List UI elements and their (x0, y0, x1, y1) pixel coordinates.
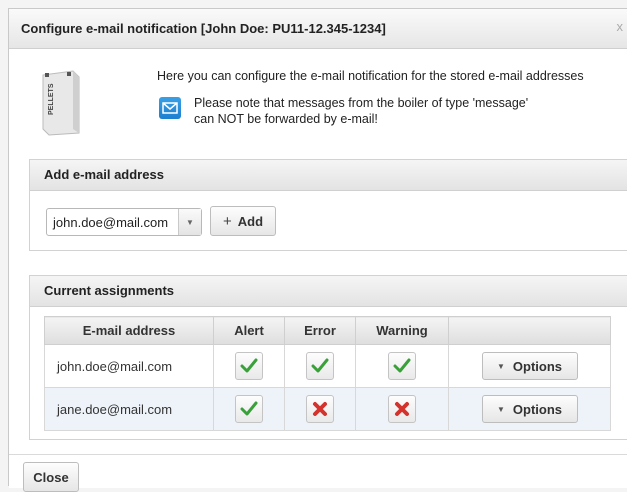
chevron-down-icon: ▼ (496, 404, 505, 414)
intro-text: Here you can configure the e-mail notifi… (157, 69, 584, 83)
email-cell: john.doe@mail.com (44, 344, 214, 388)
chevron-down-icon[interactable]: ▼ (178, 209, 201, 235)
chevron-down-icon: ▼ (496, 361, 505, 371)
email-select[interactable]: john.doe@mail.com ▼ (46, 208, 202, 236)
add-email-button[interactable]: + Add (210, 206, 276, 236)
plus-icon: + (222, 212, 232, 230)
note-line-1: Please note that messages from the boile… (194, 96, 529, 110)
assignments-table: E-mail address Alert Error Warning john.… (44, 316, 611, 431)
cell-options: ▼ Options (448, 387, 611, 431)
options-button[interactable]: ▼ Options (481, 352, 578, 380)
cell-error (284, 344, 356, 388)
cell-alert (213, 344, 285, 388)
assignments-section: Current assignments E-mail address Alert… (29, 275, 627, 440)
assignments-heading: Current assignments (30, 276, 627, 307)
col-alert: Alert (213, 316, 285, 345)
close-icon[interactable]: x (617, 19, 624, 34)
table-row: john.doe@mail.com ▼ Options (44, 344, 611, 388)
dialog-titlebar: Configure e-mail notification [John Doe:… (9, 9, 627, 49)
col-warning: Warning (355, 316, 449, 345)
cross-icon[interactable] (388, 395, 416, 423)
checkmark-icon[interactable] (306, 352, 334, 380)
cell-warning (355, 387, 449, 431)
intro-panel: PELLETS Here you can configure the e-mai… (9, 49, 627, 154)
checkmark-icon[interactable] (235, 395, 263, 423)
cell-warning (355, 344, 449, 388)
boiler-label: PELLETS (48, 83, 55, 115)
cross-icon[interactable] (306, 395, 334, 423)
email-cell: jane.doe@mail.com (44, 387, 214, 431)
note-line-2: can NOT be forwarded by e-mail! (194, 112, 378, 126)
cell-error (284, 387, 356, 431)
close-button[interactable]: Close (23, 462, 79, 492)
intro-note: Please note that messages from the boile… (194, 95, 528, 127)
table-row: jane.doe@mail.com ▼ Options (44, 387, 611, 431)
checkmark-icon[interactable] (235, 352, 263, 380)
add-button-label: Add (237, 213, 264, 229)
envelope-icon (159, 97, 181, 119)
add-email-heading: Add e-mail address (30, 160, 627, 191)
col-options (448, 316, 611, 345)
dialog-title: Configure e-mail notification [John Doe:… (21, 21, 386, 36)
dialog-footer: Close (9, 454, 627, 492)
notification-dialog: Configure e-mail notification [John Doe:… (8, 8, 627, 492)
col-email: E-mail address (44, 316, 214, 345)
options-button[interactable]: ▼ Options (481, 395, 578, 423)
checkmark-icon[interactable] (388, 352, 416, 380)
col-error: Error (284, 316, 356, 345)
add-email-section: Add e-mail address john.doe@mail.com ▼ +… (29, 159, 627, 251)
options-label: Options (512, 401, 563, 417)
email-select-value: john.doe@mail.com (53, 214, 169, 230)
pellet-boiler-image: PELLETS (39, 69, 83, 137)
cell-options: ▼ Options (448, 344, 611, 388)
options-label: Options (512, 358, 563, 374)
cell-alert (213, 387, 285, 431)
table-header-row: E-mail address Alert Error Warning (44, 316, 611, 345)
